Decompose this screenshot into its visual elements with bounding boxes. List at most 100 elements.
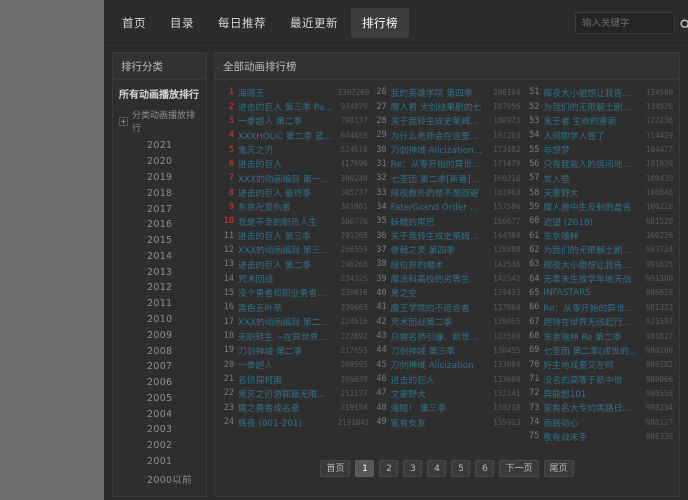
ranking-row[interactable]: 14 咒术回战 234325 xyxy=(218,271,371,286)
anime-title-link[interactable]: 天董野大 xyxy=(543,186,639,199)
sidebar-year-item[interactable]: 2014 xyxy=(113,248,206,264)
ranking-row[interactable]: 71 没名的高等于新中世 980066 xyxy=(523,372,676,386)
ranking-row[interactable]: 59 魔人兽中生反射的盖名 100226 xyxy=(523,200,676,214)
anime-title-link[interactable]: Fate/Grand Order 绝... xyxy=(391,200,487,213)
ranking-row[interactable]: 11 进击的巨人 第三季 291268 xyxy=(218,228,371,243)
page-link[interactable]: 1 xyxy=(355,459,375,477)
expand-icon[interactable]: + xyxy=(119,116,128,126)
anime-title-link[interactable]: 鬼之空 xyxy=(391,286,487,299)
anime-title-link[interactable]: 辉夜大小姐想让我告白... xyxy=(543,258,639,271)
ranking-row[interactable]: 21 名侦探柯南 206639 xyxy=(218,372,371,386)
ranking-row[interactable]: 24 辉夜 (001-201) 2191841 xyxy=(218,415,371,429)
anime-title-link[interactable]: 进击的巨人 最终季 xyxy=(238,186,334,199)
ranking-row[interactable]: 23 属之勇者成名录 219154 xyxy=(218,401,371,415)
ranking-row[interactable]: 41 魔王学院的不适合者 137864 xyxy=(371,300,524,314)
anime-title-link[interactable]: 没个勇者和职业勇者的... xyxy=(238,286,334,299)
ranking-row[interactable]: 7 XXX的动画编目 第一... 390249 xyxy=(218,171,371,185)
sidebar-year-item[interactable]: 2000以前 xyxy=(113,469,206,488)
ranking-row[interactable]: 57 炭入壁 100430 xyxy=(523,171,676,185)
ranking-row[interactable]: 15 没个勇者和职业勇者的... 230616 xyxy=(218,286,371,300)
anime-title-link[interactable]: 无毒未生放学年地天战 xyxy=(543,272,639,285)
sidebar-year-item[interactable]: 2012 xyxy=(113,280,206,296)
ranking-row[interactable]: 74 雨路动心 988127 xyxy=(523,415,676,429)
ranking-row[interactable]: 73 家有名大专的黑路日行... 988234 xyxy=(523,401,676,415)
anime-title-link[interactable]: 东京卍复仇者 xyxy=(238,200,334,213)
ranking-row[interactable]: 48 海贼！ 第三季 130218 xyxy=(371,401,524,415)
ranking-row[interactable]: 70 好主地戏要又左时 980282 xyxy=(523,358,676,372)
nav-item-0[interactable]: 首页 xyxy=(111,8,157,38)
nav-item-1[interactable]: 目录 xyxy=(159,8,205,38)
ranking-row[interactable]: 64 无毒未生放学年地天战 991300 xyxy=(523,271,676,286)
ranking-row[interactable]: 47 文豪野犬 132141 xyxy=(371,386,524,400)
anime-title-link[interactable]: 刀剑神域 第二季 xyxy=(238,344,334,357)
page-link[interactable]: 4 xyxy=(427,459,447,477)
ranking-row[interactable]: 28 关于我转生成史莱姆... 180973 xyxy=(371,114,524,128)
anime-title-link[interactable]: INFASTARS xyxy=(543,288,639,298)
ranking-row[interactable]: 49 家有女友 135923 xyxy=(371,415,524,429)
ranking-row[interactable]: 17 XXX的动画编目 第二... 224616 xyxy=(218,315,371,329)
anime-title-link[interactable]: 家有女友 xyxy=(391,416,487,429)
ranking-row[interactable]: 52 为我们的无限解土剧画！ 134526 xyxy=(523,99,676,114)
anime-title-link[interactable]: 进击的巨人 第三季 xyxy=(238,229,334,242)
ranking-row[interactable]: 29 为什么老师会在这里！？ 162203 xyxy=(371,128,524,142)
ranking-row[interactable]: 4 XXXHOLiC 第二季 蓝... 644655 xyxy=(218,128,371,142)
anime-title-link[interactable]: 魔法科高校的劣等生 xyxy=(391,272,487,285)
ranking-row[interactable]: 36 关于我转生成史莱姆... 144384 xyxy=(371,228,524,243)
anime-title-link[interactable]: 辉夜教外的是不是回避 xyxy=(391,186,487,199)
ranking-row[interactable]: 12 XXX的动画编目 第三... 266559 xyxy=(218,243,371,257)
ranking-row[interactable]: 46 进击的巨人 133600 xyxy=(371,372,524,386)
anime-title-link[interactable]: 鬼灭之刃游郭篇无限... xyxy=(238,387,334,400)
anime-title-link[interactable]: Re：从零开始的异世... xyxy=(391,157,487,170)
anime-title-link[interactable]: 魔人兽中生反射的盖名 xyxy=(543,200,639,213)
ranking-row[interactable]: 5 鬼灭之刃 524678 xyxy=(218,142,371,157)
anime-title-link[interactable]: 非想梦 xyxy=(543,143,639,156)
ranking-row[interactable]: 63 辉夜大小姐想让我告白... 991625 xyxy=(523,257,676,271)
anime-title-link[interactable]: 刀剑神域 Alicization xyxy=(391,358,487,371)
anime-title-link[interactable]: 刀剑神域 Alicization... xyxy=(391,143,487,156)
ranking-row[interactable]: 68 东京喰种 Re 第二季 981827 xyxy=(523,329,676,343)
page-link[interactable]: 尾页 xyxy=(543,459,574,477)
ranking-row[interactable]: 60 迟望 (2018) 981520 xyxy=(523,214,676,228)
nav-item-3[interactable]: 最近更新 xyxy=(279,8,349,38)
ranking-row[interactable]: 54 人间即学人冒了 114429 xyxy=(523,128,676,142)
anime-title-link[interactable]: 文豪野犬 xyxy=(391,387,487,400)
ranking-row[interactable]: 31 Re：从零开始的异世... 171479 xyxy=(371,157,524,171)
ranking-row[interactable]: 75 敬有战末手 886336 xyxy=(523,429,676,443)
sidebar-year-item[interactable]: 2004 xyxy=(113,406,206,422)
anime-title-link[interactable]: 为什么老师会在这里！？ xyxy=(391,129,487,142)
anime-title-link[interactable]: 鬼灭之刃 xyxy=(238,143,334,156)
ranking-row[interactable]: 58 天董野大 100646 xyxy=(523,185,676,200)
page-link[interactable]: 下一页 xyxy=(499,459,539,477)
ranking-row[interactable]: 65 INFASTARS 986628 xyxy=(523,286,676,300)
ranking-row[interactable]: 6 进击的巨人 417696 xyxy=(218,157,371,171)
sidebar-year-item[interactable]: 2017 xyxy=(113,201,206,217)
anime-title-link[interactable]: 鬼王者 生命的重新 xyxy=(543,114,639,127)
anime-title-link[interactable]: 属之勇者成名录 xyxy=(238,401,334,414)
anime-title-link[interactable]: 东京喰种 xyxy=(543,229,639,242)
page-link[interactable]: 2 xyxy=(379,459,399,477)
anime-title-link[interactable]: 七圣团 第二季[成世的... xyxy=(543,344,639,357)
anime-title-link[interactable]: 炭入壁 xyxy=(543,172,639,185)
ranking-row[interactable]: 40 鬼之空 139433 xyxy=(371,286,524,300)
sidebar-year-item[interactable]: 2011 xyxy=(113,296,206,312)
ranking-row[interactable]: 33 辉夜教外的是不是回避 161963 xyxy=(371,185,524,200)
ranking-row[interactable]: 22 鬼灭之刃游郭篇无限... 212177 xyxy=(218,386,371,400)
sidebar-year-item[interactable]: 2015 xyxy=(113,233,206,249)
anime-title-link[interactable]: 妖精的尾巴 xyxy=(391,215,487,228)
ranking-row[interactable]: 66 Re：从零开始的异世... 981373 xyxy=(523,300,676,314)
sidebar-year-item[interactable]: 2019 xyxy=(113,170,206,186)
anime-title-link[interactable]: Re：从零开始的异世... xyxy=(543,301,639,314)
anime-title-link[interactable]: 为我们的无限解土剧画！ xyxy=(543,100,639,113)
anime-title-link[interactable]: 没名的高等于新中世 xyxy=(543,373,639,386)
anime-title-link[interactable]: 进击的巨人 第二季 xyxy=(238,258,334,271)
anime-title-link[interactable]: 我的英雄学院 第四季 xyxy=(391,86,487,99)
sidebar-year-item[interactable]: 2009 xyxy=(113,327,206,343)
ranking-row[interactable]: 67 超待在世界无线起行变... 921597 xyxy=(523,315,676,329)
search-icon[interactable] xyxy=(674,12,688,36)
anime-title-link[interactable]: 敬有战末手 xyxy=(543,430,639,443)
sidebar-year-item[interactable]: 2016 xyxy=(113,217,206,233)
ranking-row[interactable]: 72 异能超101 980558 xyxy=(523,386,676,400)
ranking-row[interactable]: 34 Fate/Grand Order 绝... 157586 xyxy=(371,200,524,214)
anime-title-link[interactable]: 咒术回战 xyxy=(238,272,334,285)
anime-title-link[interactable]: 名侦探柯南 xyxy=(238,373,334,386)
